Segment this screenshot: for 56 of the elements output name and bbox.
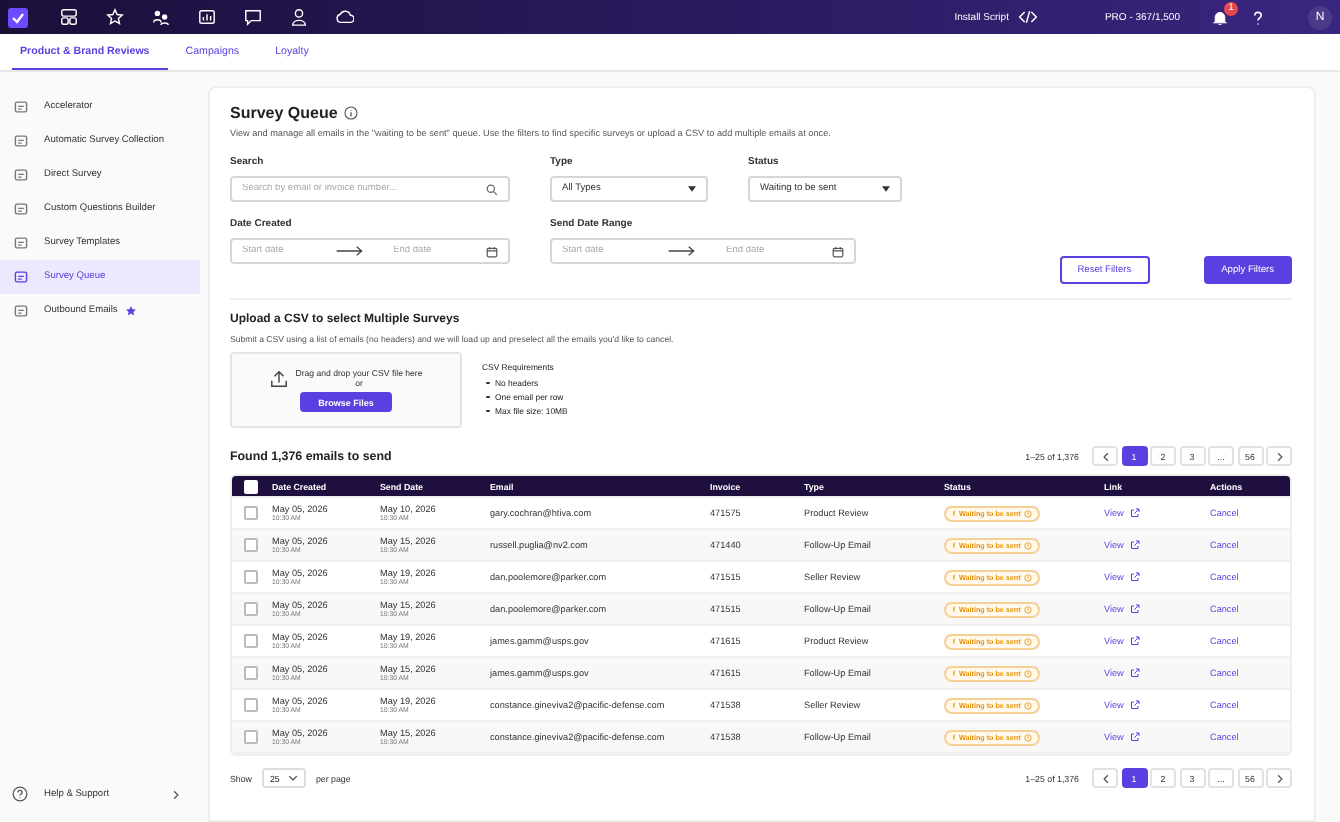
menu-item-icon — [14, 304, 28, 318]
row-checkbox[interactable] — [244, 730, 258, 744]
arrow-right-icon — [335, 246, 363, 256]
chevron-right-icon — [1275, 773, 1283, 783]
chart-icon[interactable] — [198, 8, 216, 26]
star-icon[interactable] — [106, 8, 124, 26]
menu-item-icon — [14, 168, 28, 182]
row-checkbox[interactable] — [244, 666, 258, 680]
external-link-icon — [1129, 668, 1140, 678]
chevron-left-icon — [1101, 451, 1109, 461]
menu-item-icon — [14, 236, 28, 250]
row-checkbox[interactable] — [244, 570, 258, 584]
page-title: Survey Queue — [230, 104, 338, 122]
select-all-checkbox[interactable] — [244, 479, 258, 493]
checkmark-logo-icon[interactable] — [8, 7, 28, 27]
info-icon[interactable] — [343, 106, 358, 120]
chevron-down-icon — [287, 774, 298, 782]
person-icon[interactable] — [290, 8, 308, 26]
help-icon[interactable] — [1250, 9, 1266, 25]
code-icon — [1018, 10, 1039, 24]
grid-icon[interactable] — [60, 8, 78, 26]
people-icon[interactable] — [152, 8, 170, 26]
chat-icon[interactable] — [244, 8, 262, 26]
upload-icon — [269, 369, 288, 387]
bell-icon[interactable] — [1212, 9, 1228, 25]
external-link-icon — [1129, 604, 1140, 614]
row-checkbox[interactable] — [244, 634, 258, 648]
chevron-right-icon — [171, 789, 180, 799]
chevron-left-icon — [1101, 773, 1109, 783]
next-page-button[interactable] — [1266, 768, 1292, 788]
external-link-icon — [1129, 700, 1140, 710]
chevron-right-icon — [1275, 451, 1283, 461]
previous-page-button[interactable] — [1092, 446, 1118, 466]
caret-icon — [688, 186, 696, 192]
menu-item-icon — [14, 270, 28, 284]
row-checkbox[interactable] — [244, 698, 258, 712]
next-page-button[interactable] — [1266, 446, 1292, 466]
arrow-right-icon — [668, 246, 696, 256]
search-icon — [486, 183, 498, 195]
cloud-icon[interactable] — [336, 8, 354, 26]
external-link-icon — [1129, 572, 1140, 582]
previous-page-button[interactable] — [1092, 768, 1118, 788]
menu-item-icon — [14, 202, 28, 216]
menu-item-icon — [14, 134, 28, 148]
calendar-icon — [486, 245, 498, 257]
row-checkbox[interactable] — [244, 506, 258, 520]
external-link-icon — [1129, 636, 1140, 646]
row-checkbox[interactable] — [244, 602, 258, 616]
caret-icon — [882, 186, 890, 192]
external-link-icon — [1129, 540, 1140, 550]
external-link-icon — [1129, 508, 1140, 518]
calendar-icon — [832, 245, 844, 257]
help-icon — [12, 786, 28, 802]
external-link-icon — [1129, 732, 1140, 742]
menu-item-icon — [14, 100, 28, 114]
row-checkbox[interactable] — [244, 538, 258, 552]
